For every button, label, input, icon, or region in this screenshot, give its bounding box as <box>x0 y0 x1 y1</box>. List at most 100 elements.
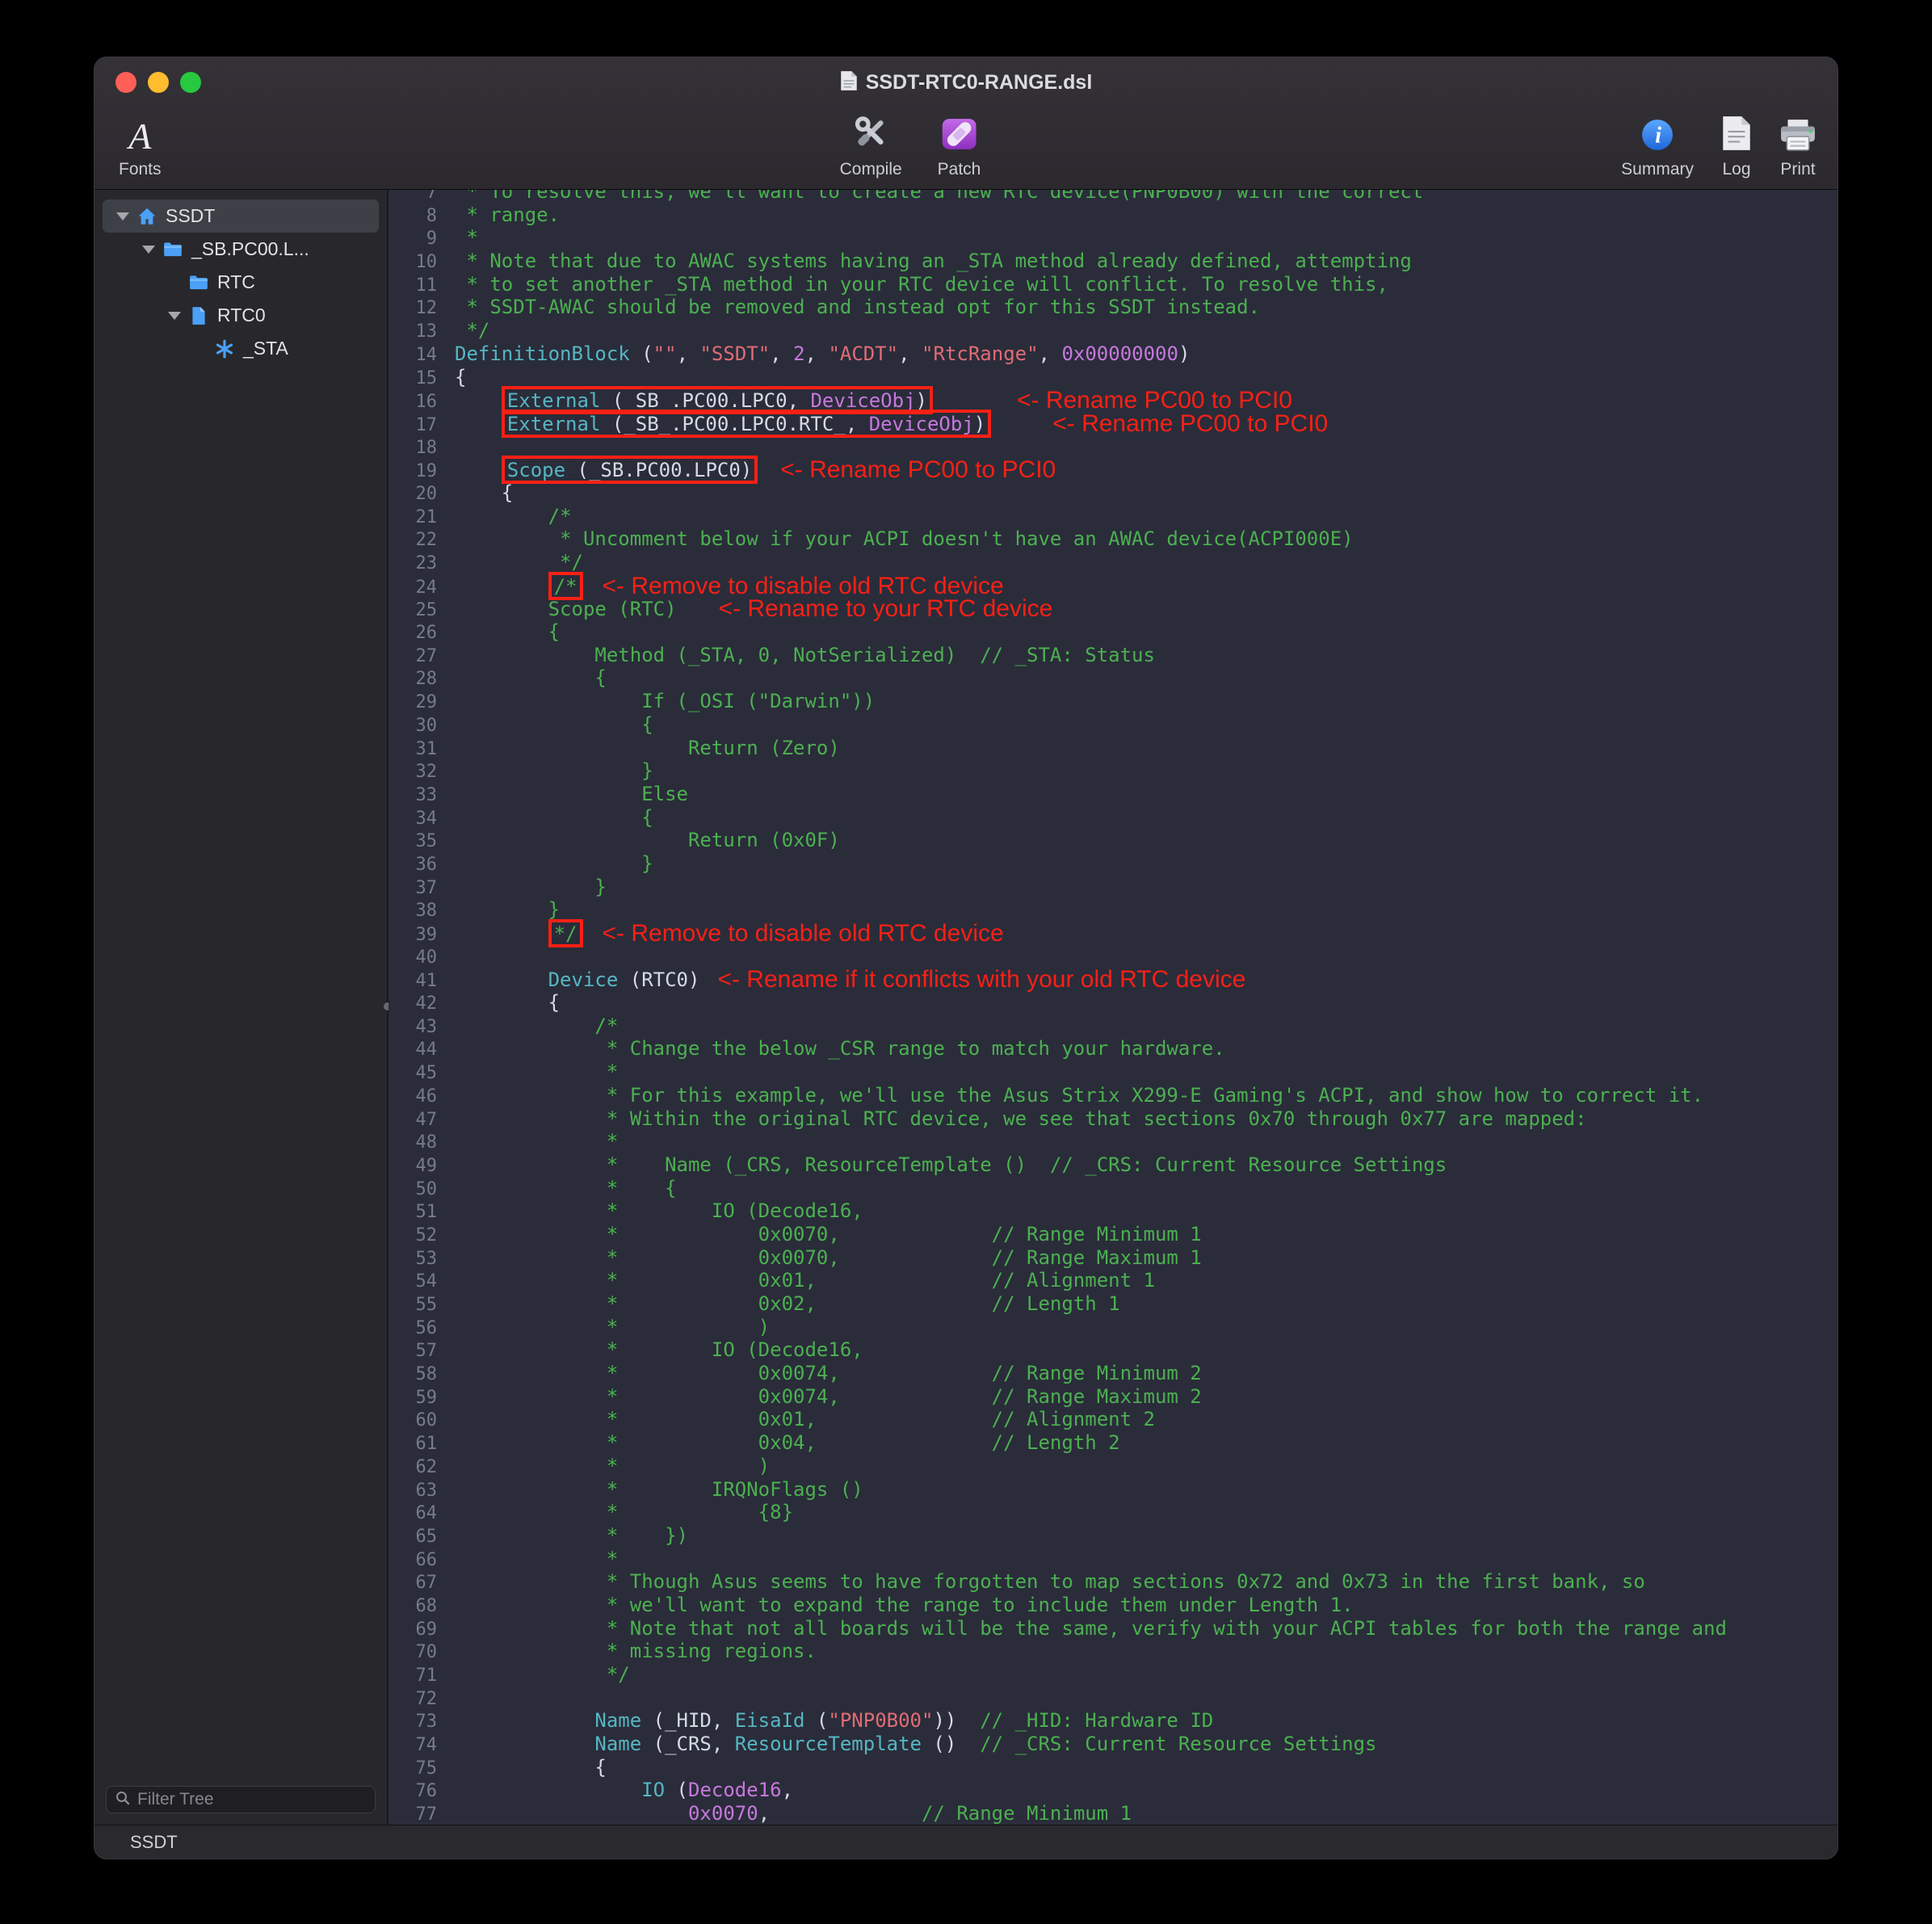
annotation-box: */ <box>548 922 583 945</box>
code-line: 52 * 0x0070, // Range Minimum 1 <box>388 1223 1838 1246</box>
line-number: 70 <box>388 1641 452 1665</box>
folder-icon <box>162 239 184 260</box>
code-line: 12 * SSDT-AWAC should be removed and ins… <box>388 296 1838 319</box>
code-text: /*<- Remove to disable old RTC device <box>455 575 1004 598</box>
sidebar-item-sb-pc00-l[interactable]: _SB.PC00.L... <box>103 233 379 266</box>
filter-tree-input[interactable] <box>137 1790 367 1809</box>
code-line: 27 Method (_STA, 0, NotSerialized) // _S… <box>388 644 1838 667</box>
code-line: 53 * 0x0070, // Range Maximum 1 <box>388 1246 1838 1270</box>
line-number: 50 <box>388 1178 452 1202</box>
annotation-text: <- Rename PC00 to PCI0 <box>780 456 1056 483</box>
patch-icon <box>941 116 978 156</box>
code-line: 28 { <box>388 666 1838 690</box>
code-text: * 0x01, // Alignment 2 <box>455 1408 1155 1430</box>
code-text: */ <box>455 319 489 342</box>
code-line: 9 * <box>388 226 1838 250</box>
annotation-box: External (_SB_.PC00.LPC0, DeviceObj) <box>502 389 933 412</box>
code-text: { <box>455 1756 607 1779</box>
folder-icon <box>187 272 210 293</box>
line-number: 73 <box>388 1711 452 1734</box>
line-number: 18 <box>388 437 452 460</box>
chevron-down-icon[interactable] <box>140 246 158 254</box>
code-text: If (_OSI ("Darwin")) <box>455 690 875 712</box>
code-line: 37 } <box>388 876 1838 899</box>
code-line: 56 * ) <box>388 1316 1838 1339</box>
line-number: 41 <box>388 970 452 994</box>
code-line: 20 { <box>388 481 1838 505</box>
code-text: { <box>455 366 466 389</box>
fonts-icon: A <box>128 117 151 156</box>
sidebar-item-sta[interactable]: _STA <box>103 332 379 365</box>
chevron-down-icon[interactable] <box>166 312 183 320</box>
line-number: 39 <box>388 924 452 947</box>
code-line: 65 * }) <box>388 1524 1838 1548</box>
line-number: 77 <box>388 1804 452 1825</box>
code-line: 60 * 0x01, // Alignment 2 <box>388 1408 1838 1431</box>
code-text: } <box>455 898 560 921</box>
code-editor[interactable]: 7 * To resolve this, we'll want to creat… <box>388 190 1838 1825</box>
code-line: 7 * To resolve this, we'll want to creat… <box>388 190 1838 204</box>
code-text: External (_SB_.PC00.LPC0.RTC_, DeviceObj… <box>455 413 1328 435</box>
line-number: 69 <box>388 1619 452 1642</box>
code-line: 16 External (_SB_.PC00.LPC0, DeviceObj)<… <box>388 389 1838 412</box>
code-line: 69 * Note that not all boards will be th… <box>388 1617 1838 1640</box>
code-text: * Within the original RTC device, we see… <box>455 1107 1587 1130</box>
chevron-down-icon[interactable] <box>114 212 132 221</box>
compile-button[interactable]: Compile <box>840 107 902 179</box>
code-line: 33 Else <box>388 783 1838 806</box>
line-number: 34 <box>388 808 452 831</box>
line-number: 48 <box>388 1132 452 1155</box>
code-text: * Change the below _CSR range to match y… <box>455 1037 1225 1060</box>
code-line: 72 <box>388 1687 1838 1710</box>
line-number: 66 <box>388 1549 452 1573</box>
code-text: IO (Decode16, <box>455 1779 793 1801</box>
code-text: * Uncomment below if your ACPI doesn't h… <box>455 527 1354 550</box>
line-number: 35 <box>388 830 452 854</box>
code-text: * IRQNoFlags () <box>455 1478 863 1501</box>
titlebar: SSDT-RTC0-RANGE.dsl <box>94 57 1838 107</box>
code-text: */ <box>455 1663 630 1686</box>
patch-button[interactable]: Patch <box>938 107 981 179</box>
code-text: * <box>455 226 478 249</box>
code-line: 21 /* <box>388 505 1838 528</box>
code-text: 0x0070, // Range Minimum 1 <box>455 1802 1132 1825</box>
code-text: Return (Zero) <box>455 737 840 759</box>
print-button[interactable]: Print <box>1779 107 1816 179</box>
line-number: 37 <box>388 877 452 901</box>
code-line: 64 * {8} <box>388 1501 1838 1524</box>
log-button[interactable]: Log <box>1721 107 1752 179</box>
code-line: 34 { <box>388 806 1838 830</box>
annotation-box: Scope (_SB.PC00.LPC0) <box>502 459 758 481</box>
fonts-button[interactable]: A Fonts <box>119 107 162 179</box>
code-text: { <box>455 481 513 504</box>
code-text: * <box>455 1061 618 1083</box>
window-title: SSDT-RTC0-RANGE.dsl <box>866 71 1093 95</box>
line-number: 75 <box>388 1758 452 1781</box>
annotation-text: <- Remove to disable old RTC device <box>603 920 1004 947</box>
doc-icon <box>187 305 210 326</box>
line-number: 56 <box>388 1317 452 1341</box>
sidebar-item-rtc0[interactable]: RTC0 <box>103 299 379 332</box>
filter-tree-field[interactable] <box>106 1786 376 1813</box>
code-line: 38 } <box>388 898 1838 922</box>
code-line: 35 Return (0x0F) <box>388 829 1838 852</box>
code-line: 55 * 0x02, // Length 1 <box>388 1292 1838 1316</box>
line-number: 67 <box>388 1572 452 1595</box>
log-document-icon <box>1721 115 1752 156</box>
sidebar-item-label: SSDT <box>166 205 215 227</box>
sidebar-item-rtc[interactable]: RTC <box>103 266 379 299</box>
code-line: 46 * For this example, we'll use the Asu… <box>388 1084 1838 1107</box>
line-number: 12 <box>388 297 452 321</box>
summary-button[interactable]: i Summary <box>1621 107 1694 179</box>
summary-label: Summary <box>1621 160 1694 179</box>
sidebar-item-ssdt[interactable]: SSDT <box>103 200 379 233</box>
code-text: * 0x0070, // Range Maximum 1 <box>455 1246 1202 1269</box>
line-number: 61 <box>388 1433 452 1456</box>
line-number: 36 <box>388 854 452 877</box>
code-line: 67 * Though Asus seems to have forgotten… <box>388 1570 1838 1594</box>
code-text: } <box>455 876 607 898</box>
code-text: * {8} <box>455 1501 793 1523</box>
code-text: * to set another _STA method in your RTC… <box>455 273 1388 296</box>
window-title-area: SSDT-RTC0-RANGE.dsl <box>94 57 1838 107</box>
code-line: 25 Scope (RTC)<- Rename to your RTC devi… <box>388 597 1838 620</box>
